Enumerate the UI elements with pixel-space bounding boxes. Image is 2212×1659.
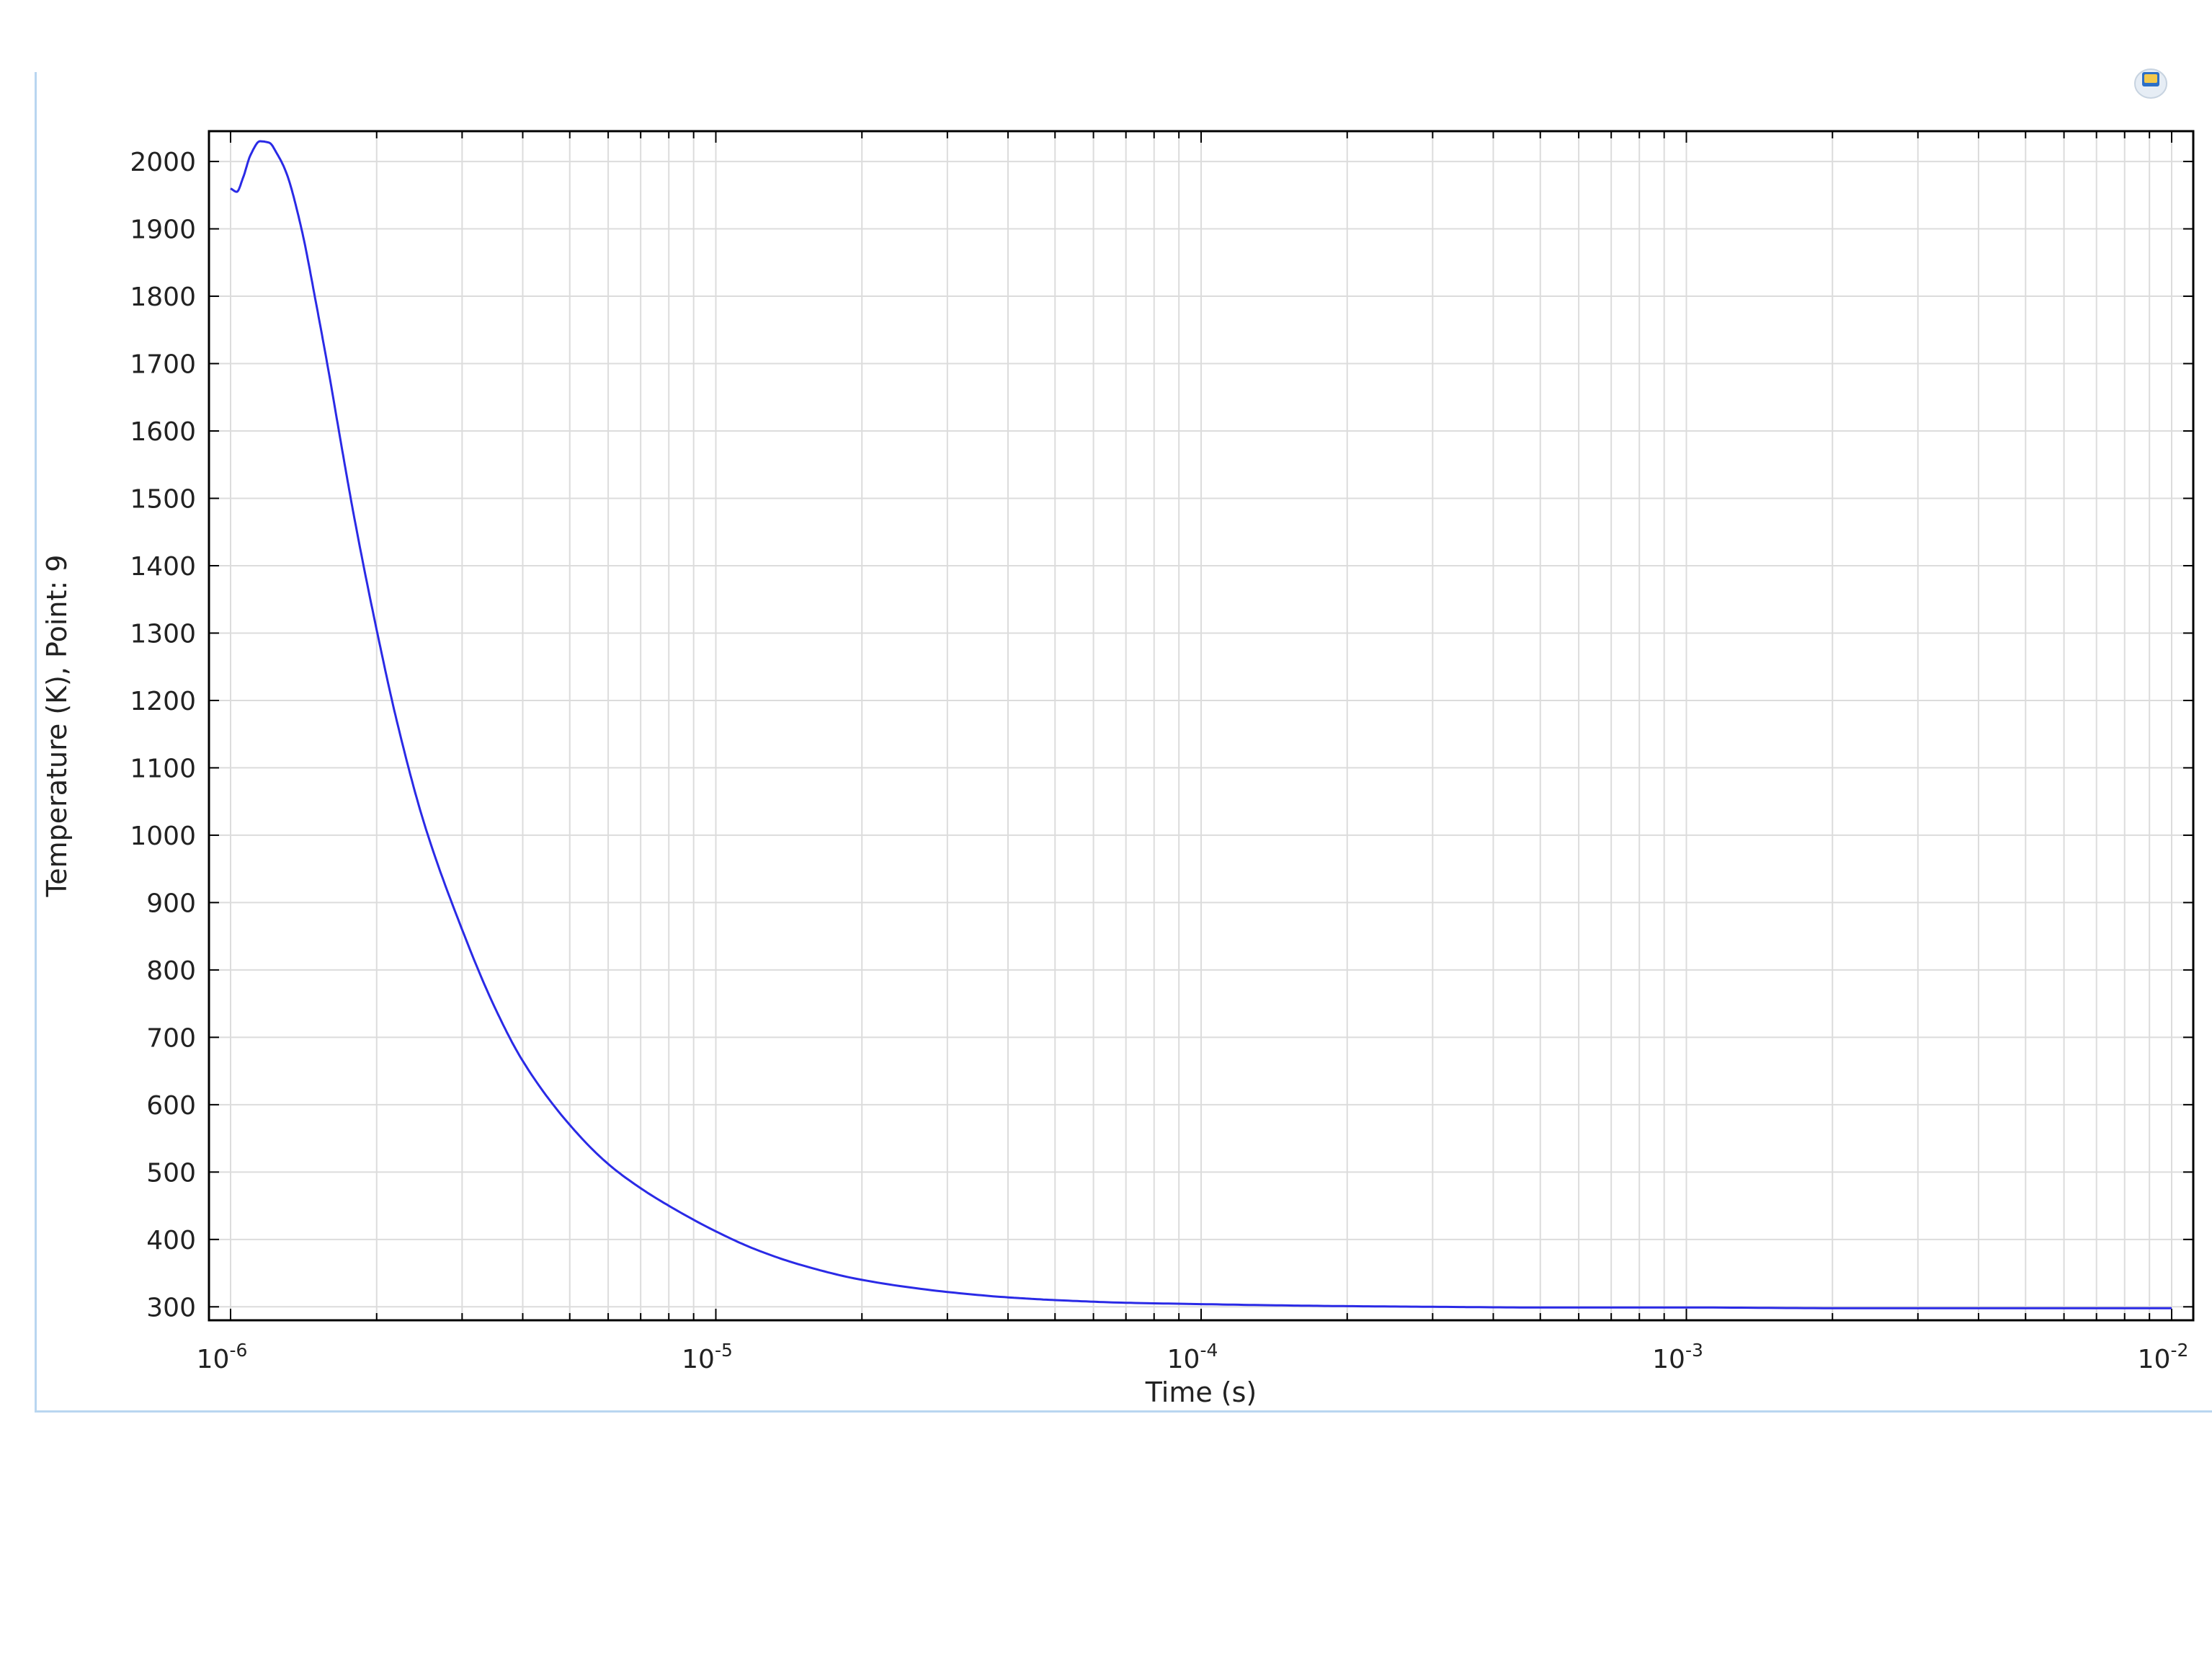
y-tick-label: 800 (146, 956, 196, 986)
y-tick-label: 900 (146, 889, 196, 918)
chart: 300 400 500 600 700 800 900 1000 1100 1200 1300 140… (41, 130, 2195, 1408)
y-tick-label: 2000 (130, 148, 196, 177)
y-tick-label: 1600 (130, 417, 196, 447)
x-tick-label: 10-6 (197, 1340, 248, 1374)
y-tick-label: 1500 (130, 484, 196, 514)
x-tick-label: 10-4 (1167, 1340, 1218, 1374)
y-tick-label: 1100 (130, 754, 196, 783)
x-axis-label: Time (s) (1145, 1376, 1257, 1408)
y-tick-label: 300 (146, 1293, 196, 1322)
x-tick-label: 10-5 (682, 1340, 733, 1374)
y-tick-label: 400 (146, 1226, 196, 1255)
y-axis-label: Temperature (K), Point: 9 (41, 555, 73, 898)
y-tick-label: 1300 (130, 619, 196, 649)
x-tick-label: 10-2 (2138, 1340, 2189, 1374)
y-tick-label: 1700 (130, 350, 196, 380)
y-tick-label: 600 (146, 1091, 196, 1121)
y-tick-label: 1400 (130, 552, 196, 582)
y-tick-label: 1000 (130, 822, 196, 851)
y-tick-label: 700 (146, 1023, 196, 1053)
x-tick-label: 10-3 (1652, 1340, 1703, 1374)
y-tick-label: 1800 (130, 283, 196, 312)
y-tick-label: 500 (146, 1158, 196, 1188)
y-tick-label: 1200 (130, 687, 196, 716)
y-tick-label: 1900 (130, 215, 196, 245)
x-tick-labels: 10-6 10-5 10-4 10-3 10-2 (197, 1340, 2189, 1374)
y-tick-labels: 300 400 500 600 700 800 900 1000 1100 1200 1300 140… (130, 148, 196, 1322)
grid-lines (209, 131, 2193, 1320)
